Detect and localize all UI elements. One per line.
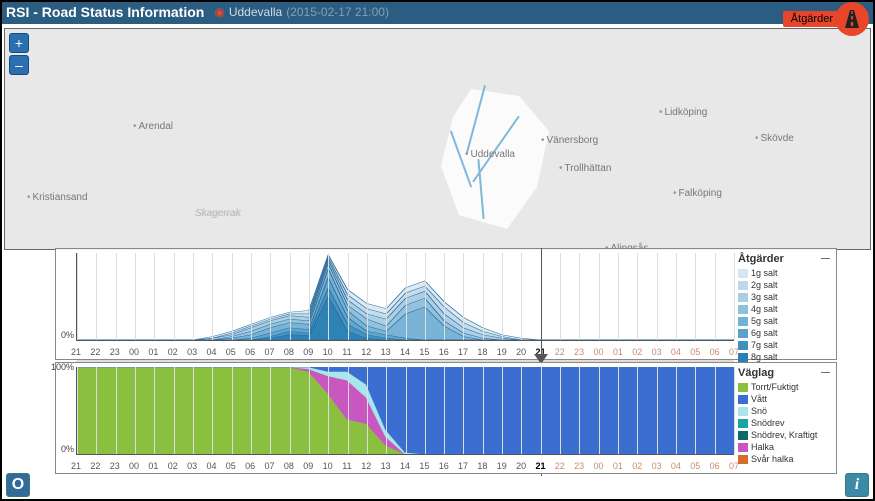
- legend-item[interactable]: Svår halka: [738, 453, 834, 465]
- legend-item[interactable]: Snödrev, Kraftigt: [738, 429, 834, 441]
- chart-vaglag-plot: 0% 100%: [76, 367, 734, 455]
- info-button[interactable]: i: [845, 473, 869, 497]
- location-name: Uddevalla: [229, 5, 282, 19]
- header-bar: RSI - Road Status Information ◉ Uddevall…: [0, 0, 875, 24]
- legend-item[interactable]: Snödrev: [738, 417, 834, 429]
- y-tick: 0%: [61, 330, 77, 340]
- location-pin-icon: ◉: [214, 5, 224, 19]
- settings-button[interactable]: O: [6, 473, 30, 497]
- city-label: Falköping: [673, 188, 722, 199]
- legend-item[interactable]: Vått: [738, 393, 834, 405]
- collapse-icon[interactable]: —: [821, 367, 830, 377]
- legend-title: Väglag: [738, 367, 834, 379]
- chart-vaglag-legend: — Väglag Torrt/FuktigtVåttSnöSnödrevSnöd…: [734, 365, 834, 471]
- timestamp: (2015-02-17 21:00): [286, 5, 389, 19]
- chart-atgarder: 0% — Åtgärder 1g salt2g salt3g salt4g sa…: [55, 248, 837, 360]
- city-label: Vänersborg: [541, 135, 598, 146]
- chart-atgarder-legend: — Åtgärder 1g salt2g salt3g salt4g salt5…: [734, 251, 834, 357]
- legend-item[interactable]: 5g salt: [738, 315, 834, 327]
- y-tick: 0%: [61, 444, 77, 454]
- city-label: Arendal: [133, 121, 173, 132]
- city-label: Kristiansand: [27, 192, 88, 203]
- legend-item[interactable]: 3g salt: [738, 291, 834, 303]
- chart-vaglag: 0% 100% — Väglag Torrt/FuktigtVåttSnöSnö…: [55, 362, 837, 474]
- legend-item[interactable]: 7g salt: [738, 339, 834, 351]
- legend-item[interactable]: 1g salt: [738, 267, 834, 279]
- city-label: Skövde: [755, 133, 794, 144]
- chart-atgarder-plot: 0%: [76, 253, 734, 341]
- city-label: Trollhättan: [559, 163, 611, 174]
- x-axis: 2122230001020304050607080910111213141516…: [76, 457, 734, 471]
- city-label: Skagerrak: [195, 208, 241, 219]
- y-tick: 100%: [51, 362, 77, 372]
- zoom-in-button[interactable]: +: [9, 33, 29, 53]
- app-title: RSI - Road Status Information: [6, 4, 204, 20]
- legend-item[interactable]: Torrt/Fuktigt: [738, 381, 834, 393]
- collapse-icon[interactable]: —: [821, 253, 830, 263]
- atgarder-badge-label: Åtgärder: [783, 11, 841, 27]
- legend-item[interactable]: Snö: [738, 405, 834, 417]
- x-axis: 2122230001020304050607080910111213141516…: [76, 343, 734, 357]
- city-label: Lidköping: [659, 107, 707, 118]
- zoom-out-button[interactable]: –: [9, 55, 29, 75]
- legend-item[interactable]: Halka: [738, 441, 834, 453]
- legend-item[interactable]: 6g salt: [738, 327, 834, 339]
- city-label: Uddevalla: [465, 149, 515, 160]
- zoom-controls: + –: [9, 33, 29, 77]
- road-icon: [835, 2, 869, 36]
- legend-title: Åtgärder: [738, 253, 834, 265]
- legend-item[interactable]: 4g salt: [738, 303, 834, 315]
- map-panel[interactable]: + – Arendal Kristiansand Skagerrak Uddevall…: [4, 28, 871, 250]
- legend-item[interactable]: 2g salt: [738, 279, 834, 291]
